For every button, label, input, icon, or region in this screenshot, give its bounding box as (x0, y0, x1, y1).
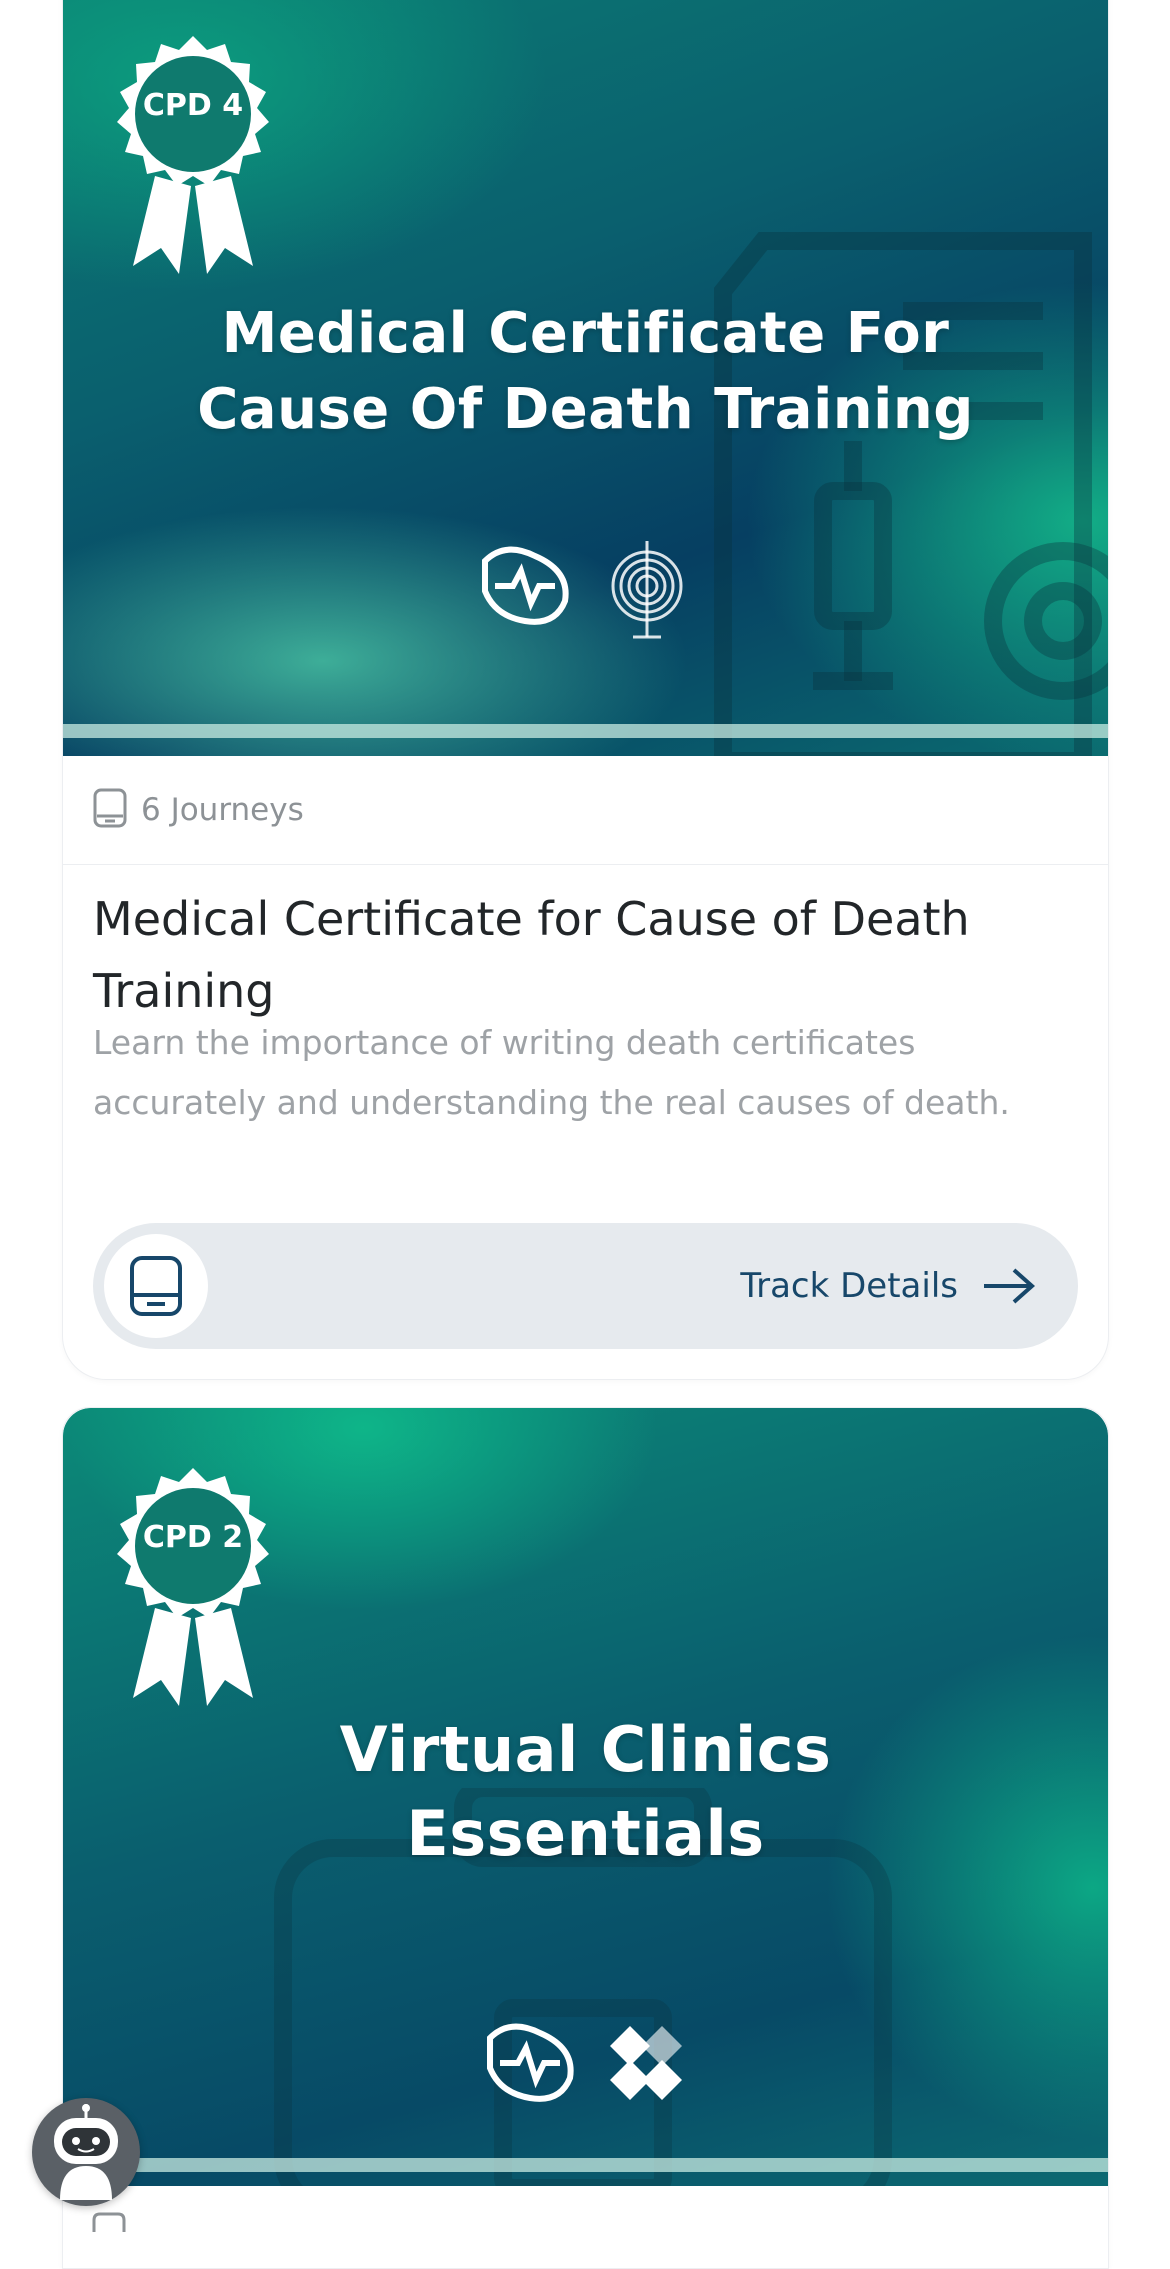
course-title: Medical Certificate for Cause of Death T… (93, 892, 970, 1018)
progress-bar (63, 724, 1108, 738)
cpd-badge-ribbon: CPD 2 (103, 1468, 283, 1712)
banner-title: Virtual Clinics Essentials (339, 1713, 832, 1870)
health-logo-icon (486, 2023, 574, 2102)
course-banner[interactable]: CPD 4 Medical Certificate For Cause Of D… (63, 0, 1108, 756)
partner-diamond-logo-icon (609, 2026, 682, 2100)
robot-assistant-button[interactable] (32, 2098, 140, 2206)
journeys-count: 6 Journeys (141, 792, 304, 828)
partner-logos (63, 541, 1108, 641)
robot-assistant-icon (54, 2104, 118, 2200)
partner-logos (63, 2018, 1108, 2108)
arrow-right-icon (982, 1266, 1036, 1310)
course-card[interactable]: CPD 4 Medical Certificate For Cause Of D… (62, 0, 1109, 1380)
track-icon-container (104, 1234, 208, 1338)
track-details-label: Track Details (740, 1266, 958, 1306)
health-logo-icon (481, 546, 569, 625)
banner-title: Medical Certificate For Cause Of Death T… (197, 301, 974, 442)
journeys-meta: 6 Journeys (63, 756, 1108, 865)
progress-bar (63, 2158, 1108, 2172)
track-details-button[interactable]: Track Details (93, 1223, 1078, 1349)
tablet-icon (93, 788, 127, 832)
course-card[interactable]: CPD 2 Virtual Clinics Essentials (62, 1407, 1109, 2269)
course-description: Learn the importance of writing death ce… (93, 1023, 1010, 1122)
cpd-badge-ribbon: CPD 4 (103, 36, 283, 280)
course-banner[interactable]: CPD 2 Virtual Clinics Essentials (63, 1408, 1108, 2186)
tablet-icon (130, 1256, 182, 1316)
tablet-icon (92, 2212, 192, 2242)
ministry-emblem-icon (611, 541, 682, 639)
certificate-illustration (714, 232, 1108, 756)
cpd-badge-label: CPD 2 (142, 1520, 244, 1555)
cpd-badge-label: CPD 4 (142, 88, 244, 123)
